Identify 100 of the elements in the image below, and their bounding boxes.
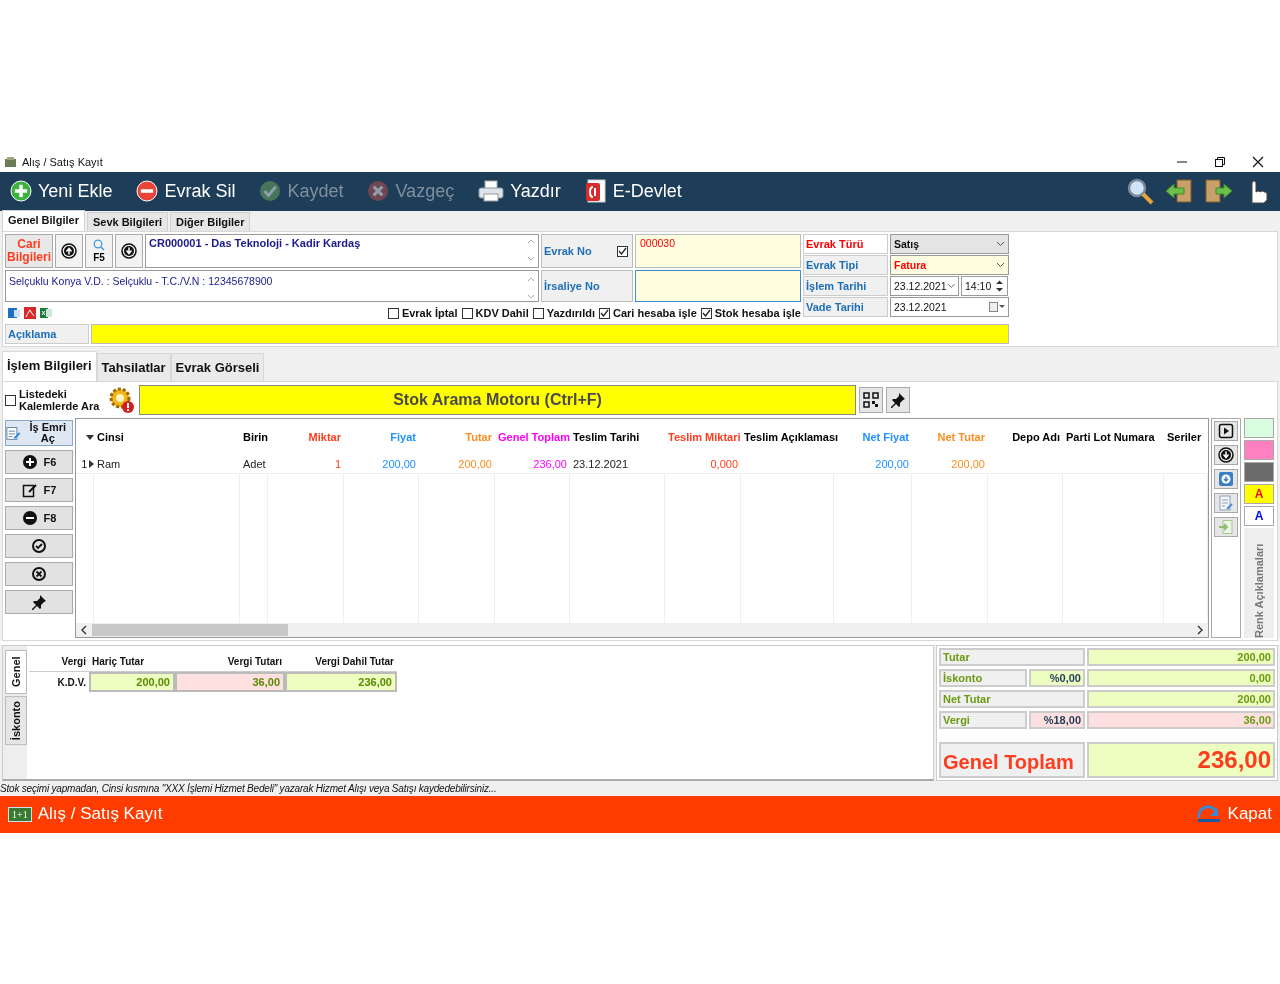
sort-caret-icon xyxy=(86,434,94,440)
description-field[interactable] xyxy=(91,324,1009,345)
toolbar-button[interactable]: Yeni Ekle xyxy=(6,178,117,205)
check-circle-icon xyxy=(31,538,47,555)
checkbox[interactable] xyxy=(700,307,712,319)
side-button[interactable]: F6 xyxy=(5,450,73,475)
dropdown[interactable]: Satış xyxy=(890,234,1009,255)
tab[interactable]: Tahsilatlar xyxy=(96,353,171,382)
checkbox[interactable] xyxy=(387,307,399,319)
amount-field: 236,00 xyxy=(285,672,397,693)
column-header[interactable]: Teslim Miktari xyxy=(665,431,741,444)
back-arrow-icon[interactable] xyxy=(1164,178,1194,205)
tool-button[interactable] xyxy=(1214,445,1238,466)
caret-icon xyxy=(996,262,1005,269)
side-button[interactable]: F8 xyxy=(5,506,73,531)
date-picker[interactable]: 23.12.2021 xyxy=(890,276,959,297)
column-header[interactable]: Teslim Tarihi xyxy=(570,431,665,444)
checkmark-icon xyxy=(259,180,282,203)
close-icon[interactable] xyxy=(1252,155,1264,168)
restore-icon[interactable] xyxy=(1214,155,1226,168)
minus-circle-icon xyxy=(21,510,38,527)
column-header[interactable]: Birin xyxy=(240,431,268,444)
exit-door-icon[interactable] xyxy=(1204,178,1234,205)
side-button[interactable] xyxy=(5,590,73,615)
dropdown[interactable]: Fatura xyxy=(890,255,1009,276)
table-cell-text: 23.12.2021 xyxy=(572,458,630,471)
rate-field: %0,00 xyxy=(1029,669,1085,688)
pin-icon xyxy=(890,392,906,409)
row-number: 1 xyxy=(81,458,87,470)
pdf-icon[interactable] xyxy=(23,306,37,321)
column-header[interactable]: Cinsi xyxy=(94,431,240,444)
grand-total-label: Genel Toplam xyxy=(939,741,1085,778)
down-arrow-circle-icon xyxy=(121,243,137,260)
side-button[interactable] xyxy=(5,534,73,559)
total-label: Net Tutar xyxy=(939,690,1085,709)
shortcut-label: F5 xyxy=(93,252,105,264)
checkbox-label: Evrak İptal xyxy=(401,307,458,320)
tax-info-field[interactable]: Selçuklu Konya V.D. : Selçuklu - T.C./V.N : 12345678900 xyxy=(5,270,539,303)
checkbox[interactable] xyxy=(599,307,610,319)
toolbar-button[interactable]: Evrak Sil xyxy=(132,178,240,205)
cross-circle-icon xyxy=(31,566,47,583)
footer-title: Alış / Satış Kayıt xyxy=(37,804,164,825)
tab[interactable]: Genel Bilgiler xyxy=(2,210,85,232)
checkbox[interactable] xyxy=(617,245,628,257)
calendar-icon xyxy=(989,302,1005,313)
caret-icon xyxy=(996,241,1005,248)
amount-field: 36,00 xyxy=(1087,711,1275,730)
checkbox[interactable] xyxy=(532,307,544,319)
toolbar-button[interactable]: E-Devlet xyxy=(580,177,686,206)
hint-text: Stok seçimi yapmadan, Cinsi kısmına "XXX İşlemi Hizmet Bedeli" yazarak Hizmet Alışı veya Satışı kaydedebilirsiniz... xyxy=(0,782,497,794)
column-header[interactable]: Depo Adı xyxy=(988,431,1063,444)
qr-code-icon xyxy=(863,392,879,409)
table-cell-text: 200,00 xyxy=(457,458,493,471)
amount-field: 0,00 xyxy=(1087,669,1275,688)
amount-field: 200,00 xyxy=(89,672,175,693)
horizontal-scrollbar[interactable] xyxy=(76,623,1208,638)
legend-title: Renk Açıklamaları xyxy=(1244,528,1274,639)
close-button[interactable]: Kapat xyxy=(1195,804,1272,825)
tab[interactable]: Sevk Bilgileri xyxy=(86,212,168,232)
checkbox-label: KDV Dahil xyxy=(475,307,529,320)
plus-circle-icon xyxy=(10,180,32,203)
time-field[interactable]: 14:10 xyxy=(961,276,1008,297)
import-icon xyxy=(1218,519,1234,536)
outlook-icon[interactable] xyxy=(7,306,21,321)
pin-button[interactable] xyxy=(886,387,910,414)
side-button[interactable]: F7 xyxy=(5,478,73,503)
tab[interactable]: İşlem Bilgileri xyxy=(2,351,97,382)
tab[interactable]: Evrak Görseli xyxy=(170,353,265,382)
tab[interactable]: Genel xyxy=(5,650,27,695)
column-header[interactable]: Miktar xyxy=(268,431,344,444)
table-cell-text: K.D.V. xyxy=(56,675,87,690)
column-header[interactable]: Parti Lot Numara xyxy=(1063,431,1164,444)
side-button[interactable]: İş Emri Aç xyxy=(5,420,73,447)
search-icon[interactable] xyxy=(1126,177,1154,206)
previous-button[interactable] xyxy=(55,234,83,269)
color-swatch: A xyxy=(1244,484,1274,505)
side-button[interactable] xyxy=(5,562,73,587)
table-cell-text: 200,00 xyxy=(950,458,986,471)
date-picker[interactable]: 23.12.2021 xyxy=(890,297,1009,318)
column-header[interactable]: Seriler xyxy=(1164,431,1208,444)
qr-code-button[interactable] xyxy=(859,387,883,414)
total-label: Vergi xyxy=(939,711,1027,730)
minus-circle-icon xyxy=(136,180,159,203)
checkbox-label: Cari hesaba işle xyxy=(613,307,697,320)
excel-icon[interactable] xyxy=(39,306,53,321)
toolbar-button[interactable]: Yazdır xyxy=(474,178,565,205)
next-button[interactable] xyxy=(115,234,143,269)
checkbox[interactable] xyxy=(461,307,473,319)
stock-search-bar[interactable]: Stok Arama Motoru (Ctrl+F) xyxy=(139,385,856,416)
search-button[interactable]: F5 xyxy=(85,234,113,269)
tool-button[interactable] xyxy=(1214,421,1238,442)
table-cell-text: Ram xyxy=(96,458,122,471)
field-label: Evrak Tipi xyxy=(803,255,888,276)
waybill-number-field[interactable] xyxy=(635,270,801,303)
exit-arrow-icon xyxy=(1195,804,1222,825)
tab[interactable]: Diğer Bilgiler xyxy=(170,212,251,232)
tab[interactable]: İskonto xyxy=(5,696,27,746)
checkbox[interactable] xyxy=(5,394,16,406)
document-number-field[interactable]: 000030 xyxy=(635,234,801,269)
account-field[interactable]: CR000001 - Das Teknoloji - Kadir Kardaş xyxy=(145,234,539,269)
